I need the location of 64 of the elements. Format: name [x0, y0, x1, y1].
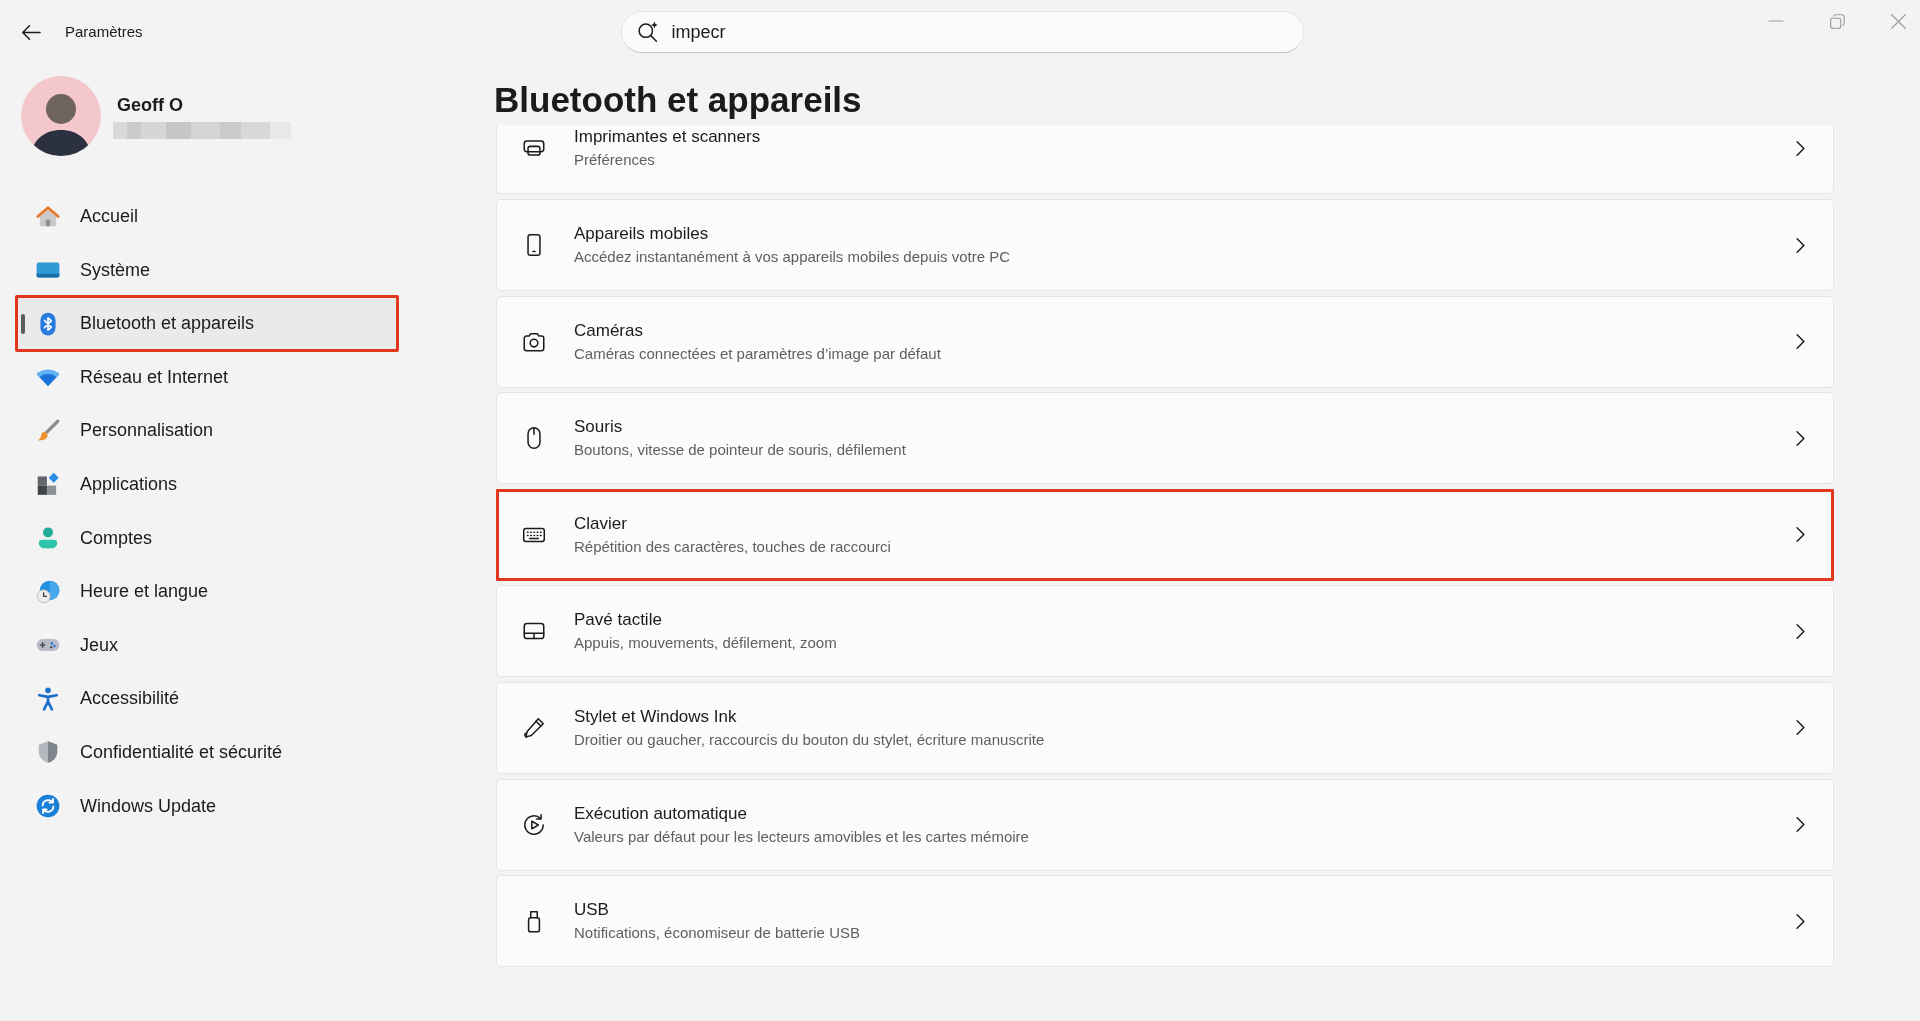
accessibility-icon — [35, 685, 61, 712]
card-title: USB — [574, 899, 610, 922]
search-field[interactable]: impecr — [620, 11, 1304, 53]
settings-card[interactable]: Appareils mobiles Accédez instantanément à vos appareils mobiles depuis votre PC — [496, 199, 1834, 291]
nav-item[interactable]: Jeux — [15, 620, 399, 670]
settings-card[interactable]: Caméras Caméras connectées et paramètres d’image par défaut — [496, 295, 1834, 388]
avatar-icon — [21, 76, 101, 156]
card-title: Caméras — [574, 319, 644, 342]
chevron-right-icon — [1796, 527, 1805, 543]
play-circle-icon — [521, 811, 547, 838]
card-title: Exécution automatique — [574, 802, 748, 825]
card-description: Appuis, mouvements, défilement, zoom — [574, 633, 838, 654]
nav-item[interactable]: Réseau et Internet — [15, 352, 399, 402]
globe-clock-icon — [35, 578, 61, 605]
selection-indicator-icon — [21, 313, 25, 334]
nav-item[interactable]: Personnalisation — [15, 406, 399, 456]
close-icon — [1890, 13, 1906, 29]
user-name: Geoff O — [117, 93, 184, 116]
nav-item[interactable]: Accessibilité — [15, 674, 399, 724]
app-title: Paramètres — [65, 21, 143, 42]
settings-card[interactable]: Exécution automatique Valeurs par défaut pour les lecteurs amovibles et les cartes mémoire — [496, 778, 1834, 871]
card-description: Notifications, économiseur de batterie USB — [574, 923, 861, 944]
nav-item[interactable]: Accueil — [15, 192, 399, 241]
nav-item[interactable]: Bluetooth et appareils — [15, 295, 399, 353]
settings-card[interactable]: Pavé tactile Appuis, mouvements, défilement, zoom — [496, 585, 1834, 678]
sync-icon — [35, 793, 61, 820]
back-icon — [21, 24, 41, 40]
sparkle-search-icon — [637, 21, 659, 42]
chevron-right-icon — [1796, 623, 1805, 639]
card-title: Pavé tactile — [574, 609, 663, 632]
chevron-right-icon — [1796, 237, 1805, 253]
card-description: Préférences — [574, 150, 656, 171]
chevron-right-icon — [1796, 913, 1805, 929]
chevron-right-icon — [1796, 334, 1805, 350]
nav-item[interactable]: Comptes — [15, 513, 399, 563]
card-description: Accédez instantanément à vos appareils mobiles depuis votre PC — [574, 247, 1012, 267]
card-title: Appareils mobiles — [574, 223, 710, 245]
card-description: Répétition des caractères, touches de raccourci — [574, 536, 892, 557]
chevron-right-icon — [1796, 140, 1805, 156]
settings-card[interactable]: USB Notifications, économiseur de batterie USB — [496, 875, 1834, 968]
card-title: Souris — [574, 416, 624, 439]
settings-card[interactable]: Clavier Répétition des caractères, touches de raccourci — [496, 488, 1834, 581]
settings-card[interactable]: Stylet et Windows Ink Droitier ou gaucher, raccourcis du bouton du stylet, écriture manuscrite — [496, 681, 1834, 774]
settings-card[interactable]: Imprimantes et scanners Préférences — [496, 125, 1834, 195]
chevron-right-icon — [1796, 430, 1805, 446]
restore-icon — [1829, 13, 1845, 29]
card-description: Boutons, vitesse de pointeur de souris, défilement — [574, 440, 907, 461]
page-title: Bluetooth et appareils — [494, 79, 863, 121]
nav-item[interactable]: Confidentialité et sécurité — [15, 727, 399, 777]
nav-item[interactable]: Système — [15, 245, 399, 295]
nav-item[interactable]: Windows Update — [15, 781, 399, 831]
nav-item[interactable]: Applications — [15, 459, 399, 509]
apps-icon — [35, 471, 61, 498]
card-description: Valeurs par défaut pour les lecteurs amovibles et les cartes mémoire — [574, 826, 1030, 847]
minimize-icon — [1768, 20, 1784, 22]
nav-item[interactable]: Heure et langue — [15, 567, 399, 617]
chevron-right-icon — [1796, 720, 1805, 736]
card-title: Imprimantes et scanners — [574, 126, 762, 149]
card-description: Caméras connectées et paramètres d’image par défaut — [574, 343, 942, 364]
card-title: Clavier — [574, 512, 628, 535]
settings-card[interactable]: Souris Boutons, vitesse de pointeur de souris, défilement — [496, 392, 1834, 485]
card-description: Droitier ou gaucher, raccourcis du bouton du stylet, écriture manuscrite — [574, 729, 1046, 750]
chevron-right-icon — [1796, 817, 1805, 833]
card-title: Stylet et Windows Ink — [574, 705, 738, 728]
